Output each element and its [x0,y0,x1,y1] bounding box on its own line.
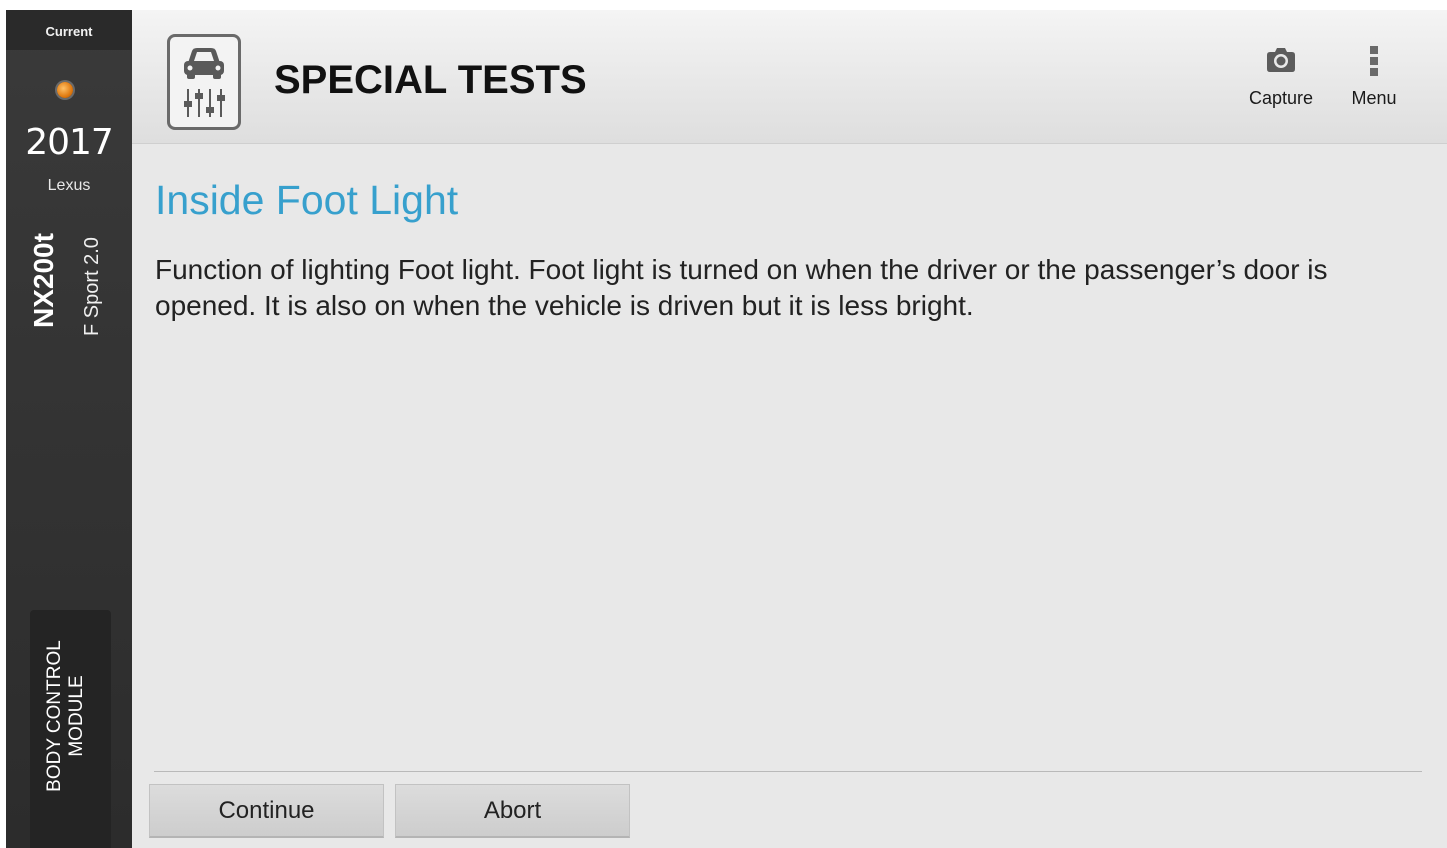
vehicle-trim: F Sport 2.0 [81,237,103,336]
menu-label: Menu [1351,88,1397,108]
divider [154,771,1422,772]
test-title: Inside Foot Light [155,177,459,223]
continue-button[interactable]: Continue [149,784,384,838]
camera-icon [1241,40,1321,80]
module-label: BODY CONTROL MODULE [44,640,87,792]
connection-status-icon [57,82,73,98]
abort-button[interactable]: Abort [395,784,630,838]
vehicle-model: NX200t [28,233,59,328]
test-content: Inside Foot Light Function of lighting F… [132,144,1447,848]
menu-button[interactable]: Menu [1334,40,1414,120]
current-tab[interactable]: Current [6,10,132,50]
app-frame: Current 2017 Lexus NX200t F Sport 2.0 BO… [6,10,1447,848]
special-tests-icon [167,34,241,130]
more-vertical-icon [1334,40,1414,80]
capture-button[interactable]: Capture [1241,40,1321,120]
vehicle-make: Lexus [47,177,91,194]
capture-label: Capture [1248,88,1314,108]
page-title: SPECIAL TESTS [274,58,587,102]
vehicle-sidebar: Current 2017 Lexus NX200t F Sport 2.0 BO… [6,10,132,848]
page-header: SPECIAL TESTS Capture Menu [132,10,1447,144]
test-description: Function of lighting Foot light. Foot li… [155,254,1328,321]
vehicle-year: 2017 [25,122,114,163]
module-tab[interactable]: BODY CONTROL MODULE [30,610,111,848]
